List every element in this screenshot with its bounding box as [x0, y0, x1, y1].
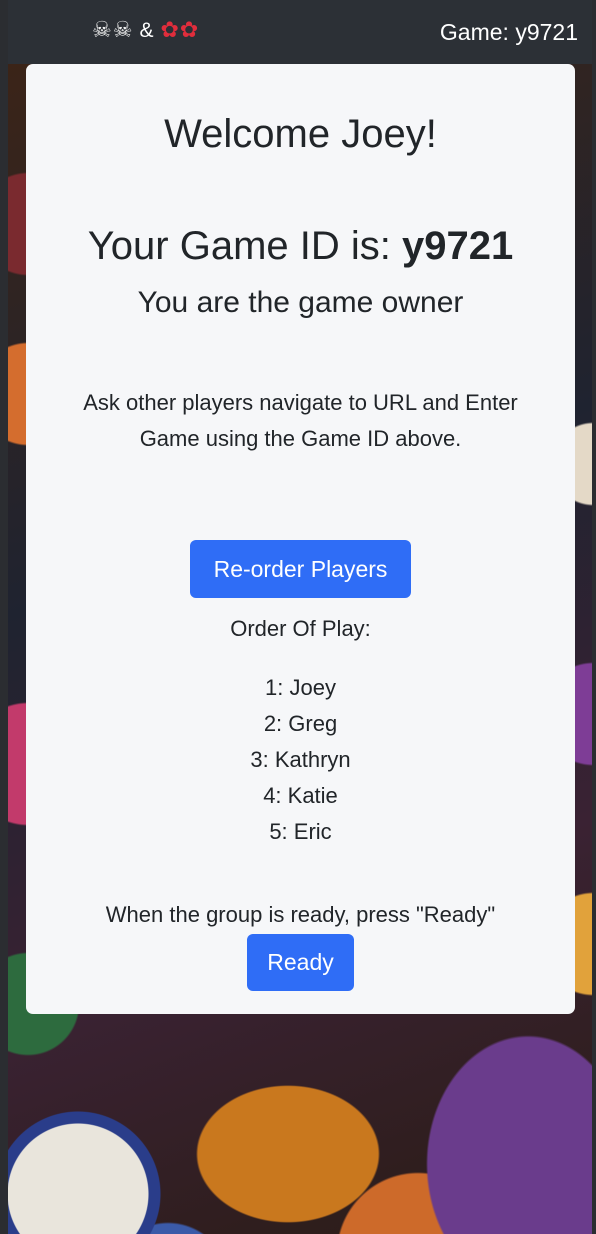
- brand-logo[interactable]: ☠☠ & ✿✿: [92, 17, 199, 43]
- game-id-heading: Your Game ID is: y9721: [26, 224, 575, 269]
- left-edge: [0, 0, 8, 1234]
- reorder-players-button[interactable]: Re-order Players: [190, 540, 411, 598]
- skull-icon: ☠: [92, 18, 113, 43]
- skull-icon: ☠: [112, 18, 134, 43]
- order-of-play-label: Order Of Play:: [230, 616, 371, 641]
- rose-icon: ✿: [179, 18, 200, 43]
- app-window: ☠☠ & ✿✿ Game: y9721 Welcome Joey! Your Gam…: [0, 0, 596, 1234]
- owner-heading: You are the game owner: [137, 286, 464, 319]
- game-id-value: y9721: [401, 224, 514, 268]
- ready-button[interactable]: Ready: [247, 934, 354, 991]
- ready-instruction: When the group is ready, press "Ready": [105, 902, 496, 927]
- player-list-item: 5: Eric: [269, 819, 332, 844]
- player-list-item: 2: Greg: [263, 711, 338, 736]
- brand-separator: &: [139, 19, 155, 42]
- join-instructions: Ask other players navigate to URL and En…: [83, 390, 518, 451]
- welcome-heading: Welcome Joey!: [164, 112, 437, 156]
- top-navbar: ☠☠ & ✿✿ Game: y9721: [8, 0, 592, 64]
- player-list-item: 4: Katie: [263, 783, 338, 808]
- player-list-item: 1: Joey: [265, 675, 336, 700]
- rose-icon: ✿: [160, 18, 180, 43]
- welcome-card: Welcome Joey! Your Game ID is: y9721 You…: [26, 64, 575, 1014]
- player-order-list: 1: Joey 2: Greg 3: Kathryn 4: Katie 5: E…: [26, 670, 575, 850]
- right-edge: [592, 0, 596, 1234]
- game-id-label: Game: y9721: [439, 19, 578, 45]
- game-id-prefix: Your Game ID is:: [87, 224, 402, 268]
- player-list-item: 3: Kathryn: [250, 747, 351, 772]
